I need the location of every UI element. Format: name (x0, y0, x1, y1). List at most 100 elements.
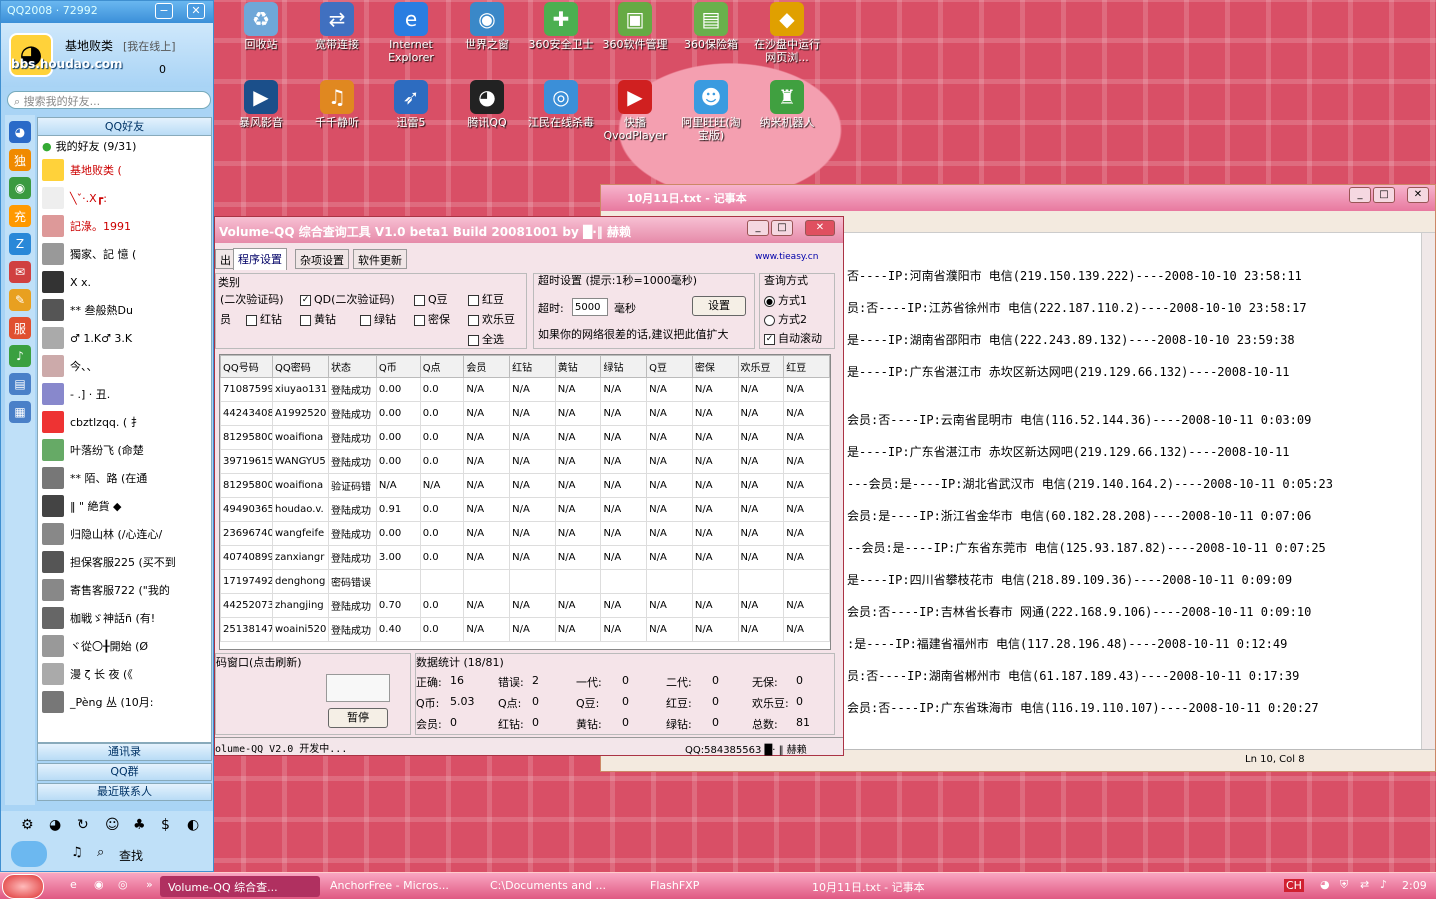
search-icon[interactable]: ⌕ (97, 845, 104, 860)
music-icon[interactable]: ♪ (9, 345, 31, 367)
speaker-icon[interactable]: ♫ (71, 845, 83, 860)
network-tray-icon[interactable]: ⇄ (1360, 878, 1369, 891)
qq-penguin-icon[interactable]: ◕ (49, 817, 61, 833)
friend-item[interactable]: 獨家、記 憶 ( (38, 240, 211, 268)
tab-misc-settings[interactable]: 杂项设置 (295, 249, 349, 269)
friend-item[interactable]: X x. (38, 268, 211, 296)
pet-icon[interactable]: ◉ (9, 177, 31, 199)
language-indicator[interactable]: CH (1284, 879, 1304, 892)
friend-item[interactable]: cbztlzqq. ( 扌 (38, 408, 211, 436)
radio-mode2[interactable]: 方式2 (764, 311, 807, 327)
friend-group[interactable]: ● 我的好友 (9/31) (38, 136, 211, 156)
table-row[interactable]: 39719615 WANGYU5 登陆成功 0.00 0.0 N/A N/A N/A N/A N/… (220, 449, 830, 474)
friend-item[interactable]: _Pèng 丛 (10月: (38, 688, 211, 716)
check-hongdou[interactable]: 红豆 (468, 291, 504, 307)
tab-qq-groups[interactable]: QQ群 (37, 763, 212, 781)
app-icon[interactable]: ▦ (9, 401, 31, 423)
check-qdou[interactable]: Q豆 (414, 291, 448, 307)
find-button[interactable]: 查找 (119, 847, 143, 864)
browser-icon[interactable]: ◉ (94, 878, 104, 891)
tab-program-settings[interactable]: 程序设置 (233, 248, 287, 270)
column-header[interactable]: 红钻 (509, 355, 556, 378)
pause-button[interactable]: 暂停 (328, 708, 388, 728)
minimize-button[interactable]: _ (747, 220, 769, 236)
shop-icon[interactable]: 服 (9, 317, 31, 339)
search-input[interactable]: ⌕ 搜索我的好友... (7, 91, 211, 109)
close-button[interactable]: ✕ (805, 220, 835, 236)
table-row[interactable]: 44252073 zhangjing 登陆成功 0.70 0.0 N/A N/A N/A N/A… (220, 593, 830, 618)
friend-item[interactable]: 基地败类 ( (38, 156, 211, 184)
friend-item[interactable]: 归隐山林 (/心连心/ (38, 520, 211, 548)
minimize-button[interactable]: _ (1349, 187, 1371, 203)
minimize-button[interactable]: − (155, 3, 173, 19)
pet-icon[interactable]: ♣ (133, 817, 146, 833)
charge-icon[interactable]: 充 (9, 205, 31, 227)
table-row[interactable]: 40740899 zanxiangr 登陆成功 3.00 0.0 N/A N/A N/A N/A… (220, 545, 830, 570)
online-status[interactable]: [我在线上] (123, 38, 176, 54)
refresh-icon[interactable]: ↻ (77, 817, 89, 833)
notepad-scrollbar[interactable] (1421, 233, 1435, 749)
friend-item[interactable]: ♂ 1.K♂ 3.K (38, 324, 211, 352)
desktop-icon[interactable]: ⇄ 宽带连接 (302, 2, 372, 51)
start-button[interactable] (2, 874, 44, 899)
check-qd[interactable]: ✓ QD(二次验证码) (300, 291, 395, 307)
shield-tray-icon[interactable]: ⛨ (1340, 878, 1348, 892)
table-row[interactable]: 81295800 woaifiona 登陆成功 0.00 0.0 N/A N/A N/A N/A… (220, 425, 830, 450)
taskbar-task[interactable]: AnchorFree - Micros... (322, 876, 482, 897)
taskbar-task[interactable]: FlashFXP (642, 876, 802, 897)
table-row[interactable]: 25138147 woaini520 登陆成功 0.40 0.0 N/A N/A N/A N/A… (220, 617, 830, 642)
column-header[interactable]: QQ密码 (272, 355, 329, 378)
wallet-icon[interactable]: $ (161, 817, 170, 833)
desktop-icon[interactable]: ♜ 纳米机器人 (752, 80, 822, 129)
friend-item[interactable]: 寄售客服722 ("我的 (38, 576, 211, 604)
friend-item[interactable]: 記淥。1991 (38, 212, 211, 240)
table-row[interactable]: 49490365 houdao.v. 登陆成功 0.91 0.0 N/A N/A N/A N/A… (220, 497, 830, 522)
desktop-icon[interactable]: ▤ 360保险箱 (676, 2, 746, 51)
column-header[interactable]: Q豆 (646, 355, 693, 378)
check-security[interactable]: 密保 (414, 311, 450, 327)
tab-software-update[interactable]: 软件更新 (353, 249, 407, 269)
desktop-icon[interactable]: ▶ 快播 QvodPlayer (600, 80, 670, 142)
radio-mode1[interactable]: ● 方式1 (764, 292, 807, 308)
friend-item[interactable]: 漫 ζ 长 夜 (《 (38, 660, 211, 688)
friend-item[interactable]: ヾ從〇╂開始 (Ø (38, 632, 211, 660)
column-header[interactable]: 状态 (327, 355, 377, 378)
results-table[interactable]: QQ号码 QQ密码 状态 Q币 Q点 会员 红钻 黄钻 绿钻 Q豆 密保 欢乐豆 红豆 71087599… (219, 354, 831, 650)
desktop-icon[interactable]: ▣ 360软件管理 (600, 2, 670, 51)
notepad-icon[interactable]: ✎ (9, 289, 31, 311)
maximize-button[interactable]: □ (1373, 187, 1395, 203)
maximize-button[interactable]: □ (771, 220, 793, 236)
table-row[interactable]: 23696740 wangfeife 登陆成功 0.00 0.0 N/A N/A N/A N/A… (220, 521, 830, 546)
desktop-icon[interactable]: ◕ 腾讯QQ (452, 80, 522, 129)
desktop-icon[interactable]: ◆ 在沙盘中运行网页浏... (752, 2, 822, 64)
check-green-diamond[interactable]: 绿钻 (360, 311, 396, 327)
column-header[interactable]: Q点 (419, 355, 465, 378)
check-yellow-diamond[interactable]: 黄钻 (300, 311, 336, 327)
doc-icon[interactable]: ▤ (9, 373, 31, 395)
chat-icon[interactable]: ☺ (105, 817, 120, 833)
check-all[interactable]: 全选 (468, 331, 504, 347)
tab-qq-friends[interactable]: QQ好友 (38, 118, 211, 136)
friend-list[interactable]: QQ好友 ● 我的好友 (9/31) 基地败类 (╲ˇ·.X┏: 記淥。1991 … (37, 117, 212, 743)
friend-item[interactable]: 担保客服225 (买不到 (38, 548, 211, 576)
clock[interactable]: 2:09 (1402, 879, 1427, 892)
column-header[interactable]: 密保 (691, 355, 739, 378)
ie-icon[interactable]: e (70, 878, 77, 891)
table-row[interactable]: 17197492 denghong 密码错误 (220, 569, 830, 594)
timeout-input[interactable] (572, 298, 608, 316)
desktop-icon[interactable]: ♻ 回收站 (226, 2, 296, 51)
taskbar-task[interactable]: Volume-QQ 综合查... (160, 876, 320, 897)
desktop-icon[interactable]: ♫ 千千静听 (302, 80, 372, 129)
table-row[interactable]: 71087599 xiuyao131 登陆成功 0.00 0.0 N/A N/A N/A N/A… (220, 377, 830, 402)
table-row[interactable]: 81295800 woaifiona 验证码错 N/A N/A N/A N/A N/A N/A N… (220, 473, 830, 498)
check-captcha[interactable]: (二次验证码) (220, 291, 284, 307)
desktop-icon[interactable]: ☻ 阿里旺旺(淘宝版) (676, 80, 746, 142)
qq-panel[interactable]: QQ2008 · 72992 − ✕ ◕ 基地败类 [我在线上] bbs.hou… (0, 0, 214, 872)
tab-recent-contacts[interactable]: 最近联系人 (37, 783, 212, 801)
column-header[interactable]: 绿钻 (600, 355, 648, 378)
desktop-icon[interactable]: ✚ 360安全卫士 (526, 2, 596, 51)
friend-item[interactable]: 叶落纷飞 (命楚 (38, 436, 211, 464)
check-happy-bean[interactable]: 欢乐豆 (468, 311, 515, 327)
desktop-icon[interactable]: ▶ 暴风影音 (226, 80, 296, 129)
settings-icon[interactable]: ⚙ (21, 817, 34, 833)
